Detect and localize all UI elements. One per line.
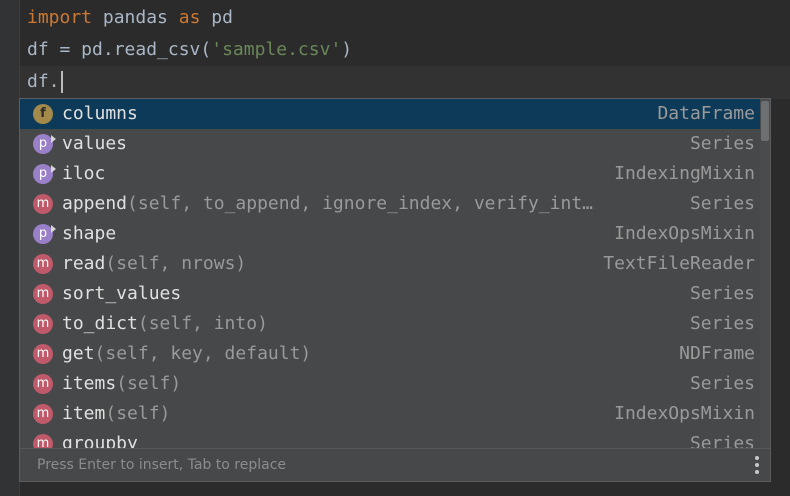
completion-item-name: values (62, 129, 127, 159)
property-icon: p (33, 224, 56, 244)
code-line-1[interactable]: import pandas as pd (27, 2, 233, 34)
code-text: pandas (92, 7, 179, 28)
completion-item[interactable]: m get(self, key, default) NDFrame (20, 339, 760, 369)
completion-item-params: (self) (116, 373, 182, 394)
completion-item-name: get(self, key, default) (62, 339, 311, 369)
keyword-import: import (27, 7, 93, 28)
completion-item-label: values (62, 133, 128, 154)
completion-item-label: items (62, 373, 117, 394)
completion-item-name: items(self) (62, 369, 181, 399)
completion-item-label: item (62, 403, 106, 424)
code-line-2[interactable]: df = pd.read_csv('sample.csv') (27, 34, 352, 66)
completion-item-name: item(self) (62, 399, 170, 429)
property-icon: p (33, 164, 56, 184)
field-icon: f (33, 104, 53, 124)
code-text: pd (200, 7, 233, 28)
completion-popup[interactable]: f columns DataFrame p values Series p iloc Index… (19, 98, 771, 482)
completion-item-params: (self, key, default) (94, 343, 312, 364)
method-icon: m (33, 254, 53, 274)
completion-item-type: Series (689, 373, 755, 394)
code-text: ) (341, 39, 353, 60)
completion-item-params: (self, into) (137, 313, 268, 334)
completion-item-label: shape (62, 223, 117, 244)
completion-item-name: append(self, to_append, ignore_index, ve… (62, 189, 593, 219)
code-text: df = pd.read_csv( (27, 39, 212, 60)
completion-item[interactable]: m item(self) IndexOpsMixin (20, 399, 760, 429)
completion-item-name: columns (62, 99, 138, 129)
code-text: df. (27, 71, 60, 92)
completion-item-type: DataFrame (657, 103, 755, 124)
method-icon: m (33, 404, 53, 424)
footer-hint: Press Enter to insert, Tab to replace (37, 457, 287, 473)
completion-item[interactable]: m read(self, nrows) TextFileReader (20, 249, 760, 279)
completion-item-type: IndexOpsMixin (614, 223, 755, 244)
completion-item[interactable]: p values Series (20, 129, 760, 159)
completion-item[interactable]: m sort_values Series (20, 279, 760, 309)
completion-item-name: shape (62, 219, 116, 249)
completion-footer: Press Enter to insert, Tab to replace (20, 448, 770, 481)
completion-item-label: groupby (62, 433, 138, 448)
completion-item-name: groupby (62, 429, 138, 448)
current-line-highlight (20, 66, 790, 99)
method-icon: m (33, 434, 53, 448)
completion-item-type: IndexOpsMixin (614, 403, 755, 424)
method-icon: m (33, 194, 53, 214)
completion-item-name: to_dict(self, into) (62, 309, 268, 339)
completion-item-type: NDFrame (679, 343, 755, 364)
scrollbar-thumb[interactable] (761, 101, 769, 141)
completion-item-label: iloc (62, 163, 106, 184)
completion-item-label: columns (62, 103, 138, 124)
method-icon: m (33, 344, 53, 364)
completion-item-type: IndexingMixin (614, 163, 755, 184)
completion-item-label: append (62, 193, 128, 214)
completion-item-type: Series (689, 193, 755, 214)
method-icon: m (33, 314, 53, 334)
completion-item-params: (self, nrows) (105, 253, 247, 274)
completion-item-params: (self) (105, 403, 171, 424)
completion-scrollbar[interactable] (760, 99, 770, 448)
completion-item-label: sort_values (62, 283, 182, 304)
more-options-icon[interactable] (754, 456, 760, 476)
method-icon: m (33, 284, 53, 304)
completion-item[interactable]: m to_dict(self, into) Series (20, 309, 760, 339)
completion-item-label: get (62, 343, 95, 364)
completion-item-type: TextFileReader (603, 253, 755, 274)
completion-item-label: to_dict (62, 313, 138, 334)
completion-list[interactable]: f columns DataFrame p values Series p iloc Index… (20, 99, 760, 448)
editor-gutter (0, 0, 19, 496)
completion-item-name: sort_values (62, 279, 181, 309)
completion-item-params: (self, to_append, ignore_index, verify_i… (127, 193, 594, 214)
completion-item[interactable]: m items(self) Series (20, 369, 760, 399)
completion-item[interactable]: m append(self, to_append, ignore_index, v… (20, 189, 760, 219)
completion-item-type: Series (689, 283, 755, 304)
code-line-3[interactable]: df. (27, 66, 63, 98)
completion-item[interactable]: p iloc IndexingMixin (20, 159, 760, 189)
text-caret (60, 71, 63, 93)
completion-item-type: Series (689, 313, 755, 334)
completion-item[interactable]: p shape IndexOpsMixin (20, 219, 760, 249)
completion-item-name: iloc (62, 159, 105, 189)
method-icon: m (33, 374, 53, 394)
completion-item-type: Series (689, 133, 755, 154)
property-icon: p (33, 134, 56, 154)
completion-item-label: read (62, 253, 106, 274)
completion-item-name: read(self, nrows) (62, 249, 246, 279)
completion-item[interactable]: f columns DataFrame (20, 99, 760, 129)
completion-item[interactable]: m groupby Series (20, 429, 760, 448)
string-literal: 'sample.csv' (211, 39, 342, 60)
keyword-as: as (178, 7, 201, 28)
completion-item-type: Series (689, 433, 755, 448)
